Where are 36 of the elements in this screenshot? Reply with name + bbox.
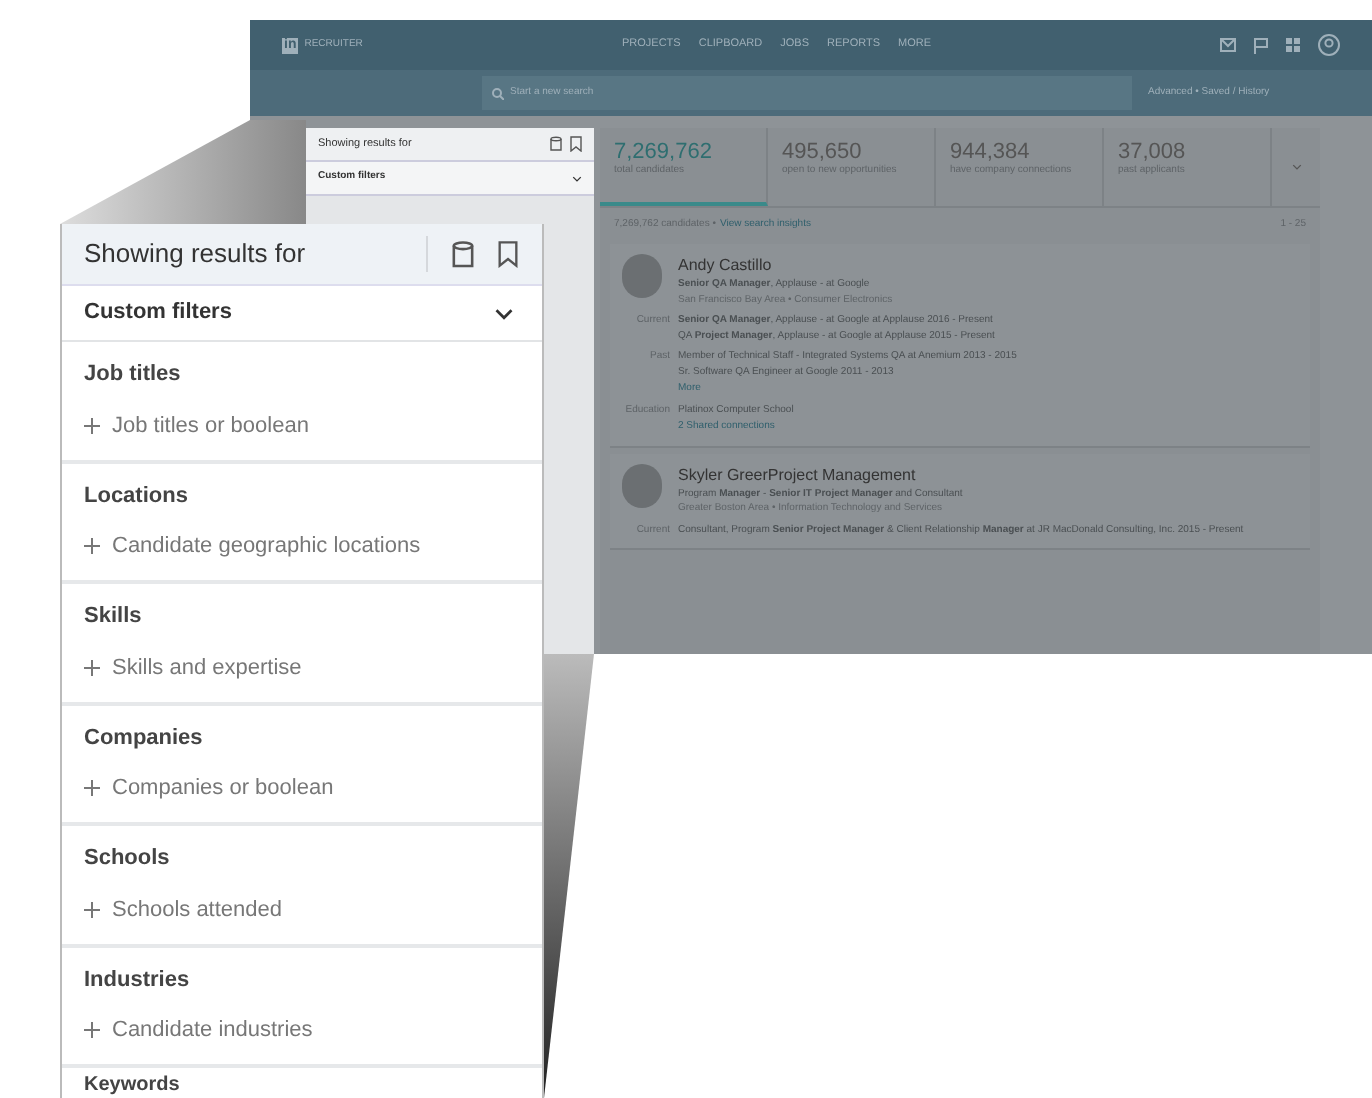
grid-icon[interactable] xyxy=(1286,38,1300,52)
mail-icon[interactable] xyxy=(1220,38,1236,52)
panel-title: Showing results for xyxy=(84,236,308,273)
trash-icon[interactable] xyxy=(452,239,474,269)
filter-section-title: Job titles xyxy=(84,360,183,390)
flag-icon[interactable] xyxy=(1254,37,1268,53)
plus-icon xyxy=(84,780,100,797)
bookmark-icon[interactable] xyxy=(498,240,518,268)
chevron-down-icon[interactable] xyxy=(494,307,514,319)
plus-icon xyxy=(84,538,100,555)
plus-icon xyxy=(84,1022,100,1039)
candidate-name[interactable]: Andy Castillo xyxy=(678,254,893,278)
filter-add-field[interactable]: Job titles or boolean xyxy=(84,409,542,442)
filter-section-title: Schools xyxy=(84,844,172,874)
filter-add-field[interactable]: Companies or boolean xyxy=(84,772,542,805)
candidate-name[interactable]: Skyler GreerProject Management xyxy=(678,463,963,487)
custom-filters-label[interactable]: Custom filters xyxy=(84,296,494,330)
filter-section-title: Industries xyxy=(84,965,192,995)
filter-section-title: Skills xyxy=(84,602,144,632)
bookmark-icon[interactable] xyxy=(570,136,582,152)
trash-icon[interactable] xyxy=(550,136,562,152)
filter-add-field[interactable]: Candidate geographic locations xyxy=(84,530,542,563)
filter-section-title: Locations xyxy=(84,481,190,511)
chevron-down-icon[interactable] xyxy=(572,175,582,181)
search-icon xyxy=(492,87,504,99)
plus-icon xyxy=(84,417,100,434)
filter-section-title: Keywords xyxy=(82,1072,182,1096)
profile-icon[interactable] xyxy=(1318,34,1340,56)
plus-icon xyxy=(84,659,100,676)
filter-add-field[interactable]: Skills and expertise xyxy=(84,651,542,684)
filter-add-field[interactable]: Candidate industries xyxy=(84,1014,542,1047)
filter-add-field[interactable]: Schools attended xyxy=(84,893,542,926)
avatar-placeholder xyxy=(622,254,662,298)
filter-section-title: Companies xyxy=(84,723,205,753)
avatar-placeholder xyxy=(622,463,662,507)
plus-icon xyxy=(84,901,100,918)
